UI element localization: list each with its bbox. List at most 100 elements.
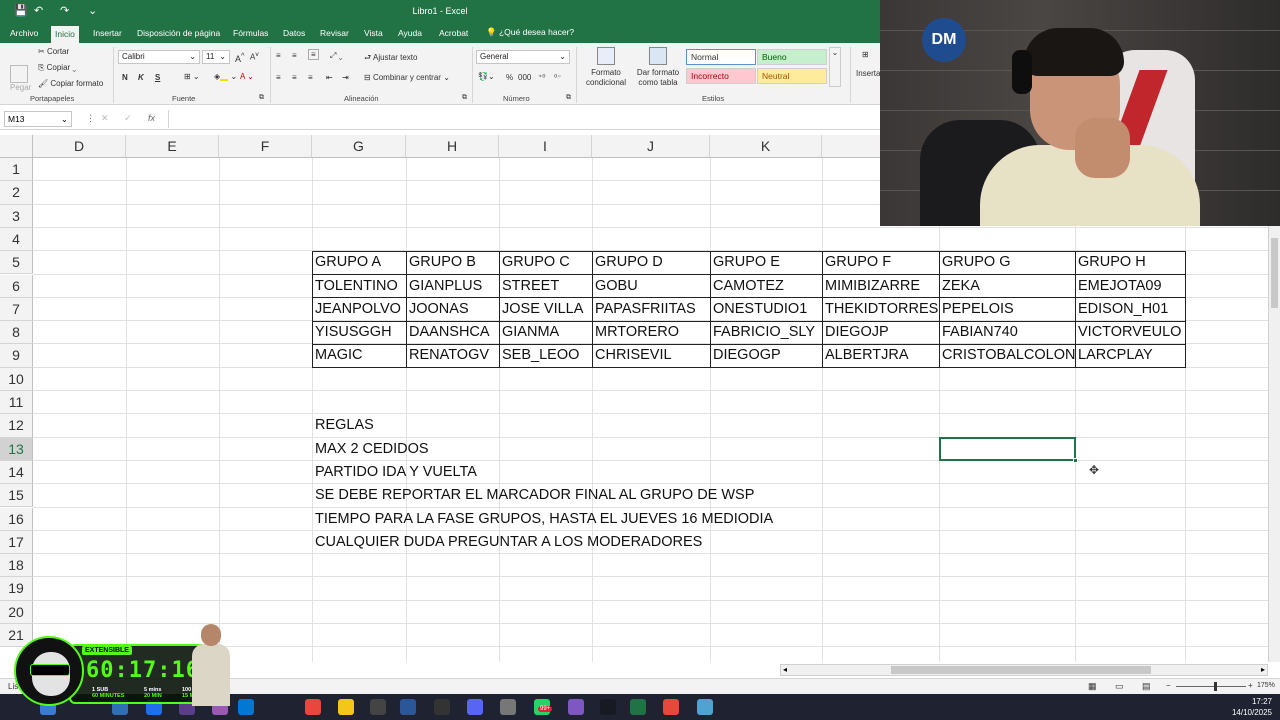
page-break-view-icon[interactable]: ▤ [1142, 681, 1151, 692]
group-player-cell[interactable]: MAGIC [312, 344, 406, 367]
group-player-cell[interactable]: JOSE VILLA [499, 298, 592, 321]
column-header-d[interactable]: D [33, 135, 126, 158]
active-cell-m13[interactable] [939, 437, 1076, 461]
align-top-icon[interactable]: ≡ [276, 51, 281, 60]
increase-indent-icon[interactable]: ⇥ [342, 73, 349, 82]
group-player-cell[interactable]: EMEJOTA09 [1075, 275, 1185, 298]
group-player-cell[interactable]: CAMOTEZ [710, 275, 822, 298]
insert-cells-button[interactable]: Inserta [856, 69, 880, 78]
fill-color-icon[interactable]: ◈ ⌄ [214, 72, 237, 81]
percent-button[interactable]: % [506, 73, 513, 82]
cut-button[interactable]: ✂ Cortar [38, 47, 69, 56]
borders-icon[interactable]: ⊞ ⌄ [184, 72, 200, 81]
group-header-cell[interactable]: GRUPO F [822, 251, 939, 274]
group-player-cell[interactable]: YISUSGGH [312, 321, 406, 344]
group-player-cell[interactable]: CRISTOBALCOLON [939, 344, 1075, 367]
group-header-cell[interactable]: GRUPO H [1075, 251, 1185, 274]
group-header-cell[interactable]: GRUPO G [939, 251, 1075, 274]
group-player-cell[interactable]: FABRICIO_SLY [710, 321, 822, 344]
zoom-out-icon[interactable]: − [1166, 681, 1171, 690]
dialog-launcher-icon[interactable]: ⧉ [259, 94, 264, 102]
system-clock[interactable]: 17:27 14/10/2025 [1232, 696, 1272, 718]
styles-more-icon[interactable]: ⌄ [829, 47, 841, 87]
tab-acrobat[interactable]: Acrobat [435, 27, 472, 39]
group-player-cell[interactable]: DAANSHCA [406, 321, 499, 344]
tab-vista[interactable]: Vista [360, 27, 387, 39]
select-all-corner[interactable] [0, 135, 33, 158]
font-size-select[interactable]: 11 ⌄ [202, 50, 230, 64]
group-player-cell[interactable]: PEPELOIS [939, 298, 1075, 321]
enter-icon[interactable]: ✓ [124, 113, 132, 124]
column-header-e[interactable]: E [126, 135, 219, 158]
align-middle-icon[interactable]: ≡ [292, 51, 297, 60]
tab-datos[interactable]: Datos [279, 27, 309, 39]
row-header-17[interactable]: 17 [0, 530, 33, 555]
cancel-icon[interactable]: ✕ [101, 113, 109, 124]
group-header-cell[interactable]: GRUPO C [499, 251, 592, 274]
group-player-cell[interactable]: ZEKA [939, 275, 1075, 298]
scroll-right-icon[interactable]: ▸ [1261, 665, 1265, 674]
tell-me-box[interactable]: 💡 ¿Qué desea hacer? [486, 27, 574, 38]
row-header-10[interactable]: 10 [0, 367, 33, 391]
style-neutral[interactable]: Neutral [757, 68, 827, 84]
group-player-cell[interactable]: RENATOGV [406, 344, 499, 367]
row-header-3[interactable]: 3 [0, 204, 33, 228]
rule-cell[interactable]: CUALQUIER DUDA PREGUNTAR A LOS MODERADOR… [312, 531, 912, 554]
style-normal[interactable]: Normal [686, 49, 756, 65]
column-header-l[interactable] [822, 135, 880, 158]
group-player-cell[interactable]: MRTORERO [592, 321, 710, 344]
column-header-k[interactable]: K [710, 135, 822, 158]
tab-ayuda[interactable]: Ayuda [394, 27, 426, 39]
tab-f-rmulas[interactable]: Fórmulas [229, 27, 272, 39]
conditional-format-button[interactable]: Formato condicional [582, 47, 630, 88]
row-header-4[interactable]: 4 [0, 227, 33, 252]
align-left-icon[interactable]: ≡ [276, 73, 281, 82]
accounting-icon[interactable]: 💱⌄ [478, 72, 495, 81]
insert-function-icon[interactable]: fx [148, 113, 155, 123]
increase-decimal-icon[interactable]: ⁺⁰ [538, 73, 545, 82]
row-header-13[interactable]: 13 [0, 437, 33, 461]
shrink-font-button[interactable]: Av [250, 51, 259, 62]
normal-view-icon[interactable]: ▦ [1088, 681, 1097, 692]
group-player-cell[interactable]: JOONAS [406, 298, 499, 321]
rules-heading-cell[interactable]: REGLAS [312, 414, 912, 437]
horizontal-scrollbar[interactable]: ◂ ▸ [780, 664, 1268, 676]
scroll-left-icon[interactable]: ◂ [783, 665, 787, 674]
folder-icon[interactable] [338, 699, 354, 715]
group-player-cell[interactable]: GIANPLUS [406, 275, 499, 298]
group-player-cell[interactable]: DIEGOJP [822, 321, 939, 344]
tab-disposici-n-de-p-gina[interactable]: Disposición de página [133, 27, 224, 39]
github-icon[interactable] [434, 699, 450, 715]
dialog-launcher-icon[interactable]: ⧉ [462, 94, 467, 102]
app-icon[interactable] [697, 699, 713, 715]
app-icon[interactable] [568, 699, 584, 715]
style-incorrecto[interactable]: Incorrecto [686, 68, 756, 84]
rule-cell[interactable]: MAX 2 CEDIDOS [312, 438, 912, 461]
align-bottom-icon[interactable]: ≡ [308, 49, 319, 60]
row-header-6[interactable]: 6 [0, 274, 33, 298]
group-player-cell[interactable]: CHRISEVIL [592, 344, 710, 367]
tab-revisar[interactable]: Revisar [316, 27, 353, 39]
row-header-9[interactable]: 9 [0, 344, 33, 368]
group-player-cell[interactable]: FABIAN740 [939, 321, 1075, 344]
wrap-text-button[interactable]: ⮐ Ajustar texto [364, 52, 417, 66]
column-header-f[interactable]: F [219, 135, 312, 158]
decrease-decimal-icon[interactable]: ⁰⁻ [554, 73, 561, 82]
font-color-icon[interactable]: A ⌄ [240, 72, 254, 81]
align-right-icon[interactable]: ≡ [308, 73, 313, 82]
group-player-cell[interactable]: ONESTUDIO1 [710, 298, 822, 321]
column-header-i[interactable]: I [499, 135, 592, 158]
group-player-cell[interactable]: LARCPLAY [1075, 344, 1185, 367]
word-icon[interactable] [400, 699, 416, 715]
zoom-slider[interactable] [1176, 682, 1246, 691]
group-header-cell[interactable]: GRUPO D [592, 251, 710, 274]
group-header-cell[interactable]: GRUPO A [312, 251, 406, 274]
bold-button[interactable]: N [122, 73, 128, 82]
row-header-7[interactable]: 7 [0, 297, 33, 322]
row-header-11[interactable]: 11 [0, 391, 33, 415]
orientation-icon[interactable]: ⤢ ⌄ [330, 51, 342, 61]
format-as-table-button[interactable]: Dar formato como tabla [634, 47, 682, 88]
discord-icon[interactable] [467, 699, 483, 715]
excel-icon[interactable] [630, 699, 646, 715]
obs-icon[interactable] [370, 699, 386, 715]
